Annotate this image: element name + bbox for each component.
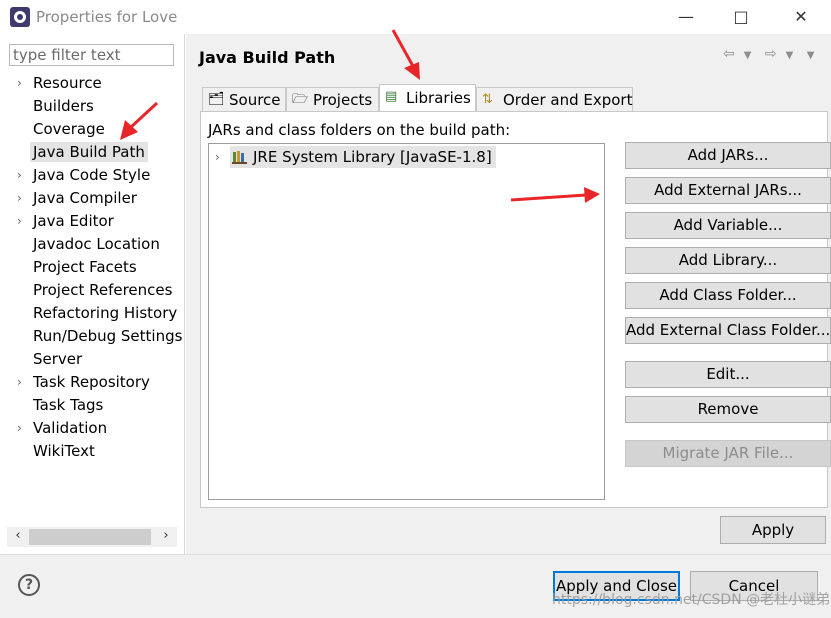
properties-sidebar: › Resource Builders Coverage Java Build Path… <box>0 34 185 554</box>
sidebar-item-wikitext[interactable]: WikiText <box>0 440 184 463</box>
sidebar-item-label: Refactoring History <box>33 304 178 322</box>
sidebar-item-label: Java Build Path <box>30 142 148 162</box>
sidebar-item-label: Server <box>33 350 83 368</box>
sidebar-item-label: Java Compiler <box>33 189 137 207</box>
add-external-jars-button[interactable]: Add External JARs... <box>625 177 831 204</box>
add-external-class-folder-button[interactable]: Add External Class Folder... <box>625 317 831 344</box>
eclipse-app-icon <box>10 7 30 27</box>
sidebar-item-label: Javadoc Location <box>33 235 160 253</box>
tab-source[interactable]: 🗂 Source <box>202 87 286 112</box>
scroll-right-icon[interactable]: › <box>157 528 175 543</box>
sidebar-item-label: Resource <box>33 74 102 92</box>
projects-folder-icon: 🗁 <box>292 92 309 107</box>
view-menu-icon[interactable]: ▼ <box>807 50 815 61</box>
libraries-icon: ▤ <box>385 89 398 104</box>
sidebar-item-java-compiler[interactable]: › Java Compiler <box>0 187 184 210</box>
expand-chevron-icon[interactable]: › <box>17 72 22 95</box>
sidebar-item-label: Project Facets <box>33 258 137 276</box>
sidebar-item-label: Project References <box>33 281 173 299</box>
sidebar-item-refactoring-history[interactable]: Refactoring History <box>0 302 184 325</box>
tab-libraries[interactable]: ▤ Libraries <box>379 84 476 112</box>
help-icon[interactable]: ? <box>18 574 40 596</box>
order-export-icon: ⇅ <box>482 92 493 107</box>
panel-label: JARs and class folders on the build path… <box>208 121 511 139</box>
title-bar: Properties for Love — □ ✕ <box>0 0 831 34</box>
back-icon[interactable]: ⇦ <box>723 46 735 62</box>
scroll-left-icon[interactable]: ‹ <box>9 528 27 543</box>
expand-chevron-icon[interactable]: › <box>17 210 22 233</box>
window-title: Properties for Love <box>36 8 178 26</box>
maximize-icon[interactable]: □ <box>726 4 756 30</box>
page-title: Java Build Path <box>199 48 336 67</box>
page-navigation: ⇦ ▼ ⇨ ▼ ▼ <box>723 46 823 62</box>
sidebar-item-javadoc-location[interactable]: Javadoc Location <box>0 233 184 256</box>
sidebar-item-java-build-path[interactable]: Java Build Path <box>0 141 184 164</box>
sidebar-item-coverage[interactable]: Coverage <box>0 118 184 141</box>
sidebar-item-resource[interactable]: › Resource <box>0 72 184 95</box>
sidebar-item-label: Task Tags <box>33 396 104 414</box>
sidebar-item-project-references[interactable]: Project References <box>0 279 184 302</box>
jre-library-icon <box>232 151 247 164</box>
sidebar-item-task-repository[interactable]: › Task Repository <box>0 371 184 394</box>
add-variable-button[interactable]: Add Variable... <box>625 212 831 239</box>
sidebar-item-validation[interactable]: › Validation <box>0 417 184 440</box>
add-library-button[interactable]: Add Library... <box>625 247 831 274</box>
apply-button[interactable]: Apply <box>720 516 826 544</box>
tab-order-and-export[interactable]: ⇅ Order and Export <box>476 87 633 112</box>
minimize-icon[interactable]: — <box>671 4 701 30</box>
sidebar-item-label: Validation <box>33 419 108 437</box>
filter-input[interactable] <box>9 44 174 66</box>
expand-chevron-icon[interactable]: › <box>17 187 22 210</box>
sidebar-item-label: Builders <box>33 97 94 115</box>
close-icon[interactable]: ✕ <box>786 4 816 30</box>
horizontal-scrollbar[interactable]: ‹ › <box>7 527 177 547</box>
scrollbar-thumb[interactable] <box>29 529 151 545</box>
migrate-jar-file-button[interactable]: Migrate JAR File... <box>625 440 831 467</box>
sidebar-item-label: Run/Debug Settings <box>33 327 183 345</box>
library-tree[interactable]: › JRE System Library [JavaSE-1.8] <box>208 143 605 500</box>
sidebar-item-server[interactable]: Server <box>0 348 184 371</box>
edit-button[interactable]: Edit... <box>625 361 831 388</box>
libraries-panel: JARs and class folders on the build path… <box>200 111 831 508</box>
expand-chevron-icon[interactable]: › <box>215 146 220 168</box>
tab-projects[interactable]: 🗁 Projects <box>286 87 379 112</box>
sidebar-item-label: Task Repository <box>33 373 150 391</box>
main-content: Java Build Path ⇦ ▼ ⇨ ▼ ▼ 🗂 Source 🗁 Proje… <box>186 34 831 554</box>
sidebar-item-java-code-style[interactable]: › Java Code Style <box>0 164 184 187</box>
remove-button[interactable]: Remove <box>625 396 831 423</box>
expand-chevron-icon[interactable]: › <box>17 371 22 394</box>
watermark: https://blog.csdn.net/CSDN @老杜小谜弟 <box>552 592 831 608</box>
sidebar-item-java-editor[interactable]: › Java Editor <box>0 210 184 233</box>
sidebar-item-run-debug-settings[interactable]: Run/Debug Settings <box>0 325 184 348</box>
sidebar-item-task-tags[interactable]: Task Tags <box>0 394 184 417</box>
forward-dropdown-icon[interactable]: ▼ <box>786 50 794 61</box>
forward-icon[interactable]: ⇨ <box>765 46 777 62</box>
expand-chevron-icon[interactable]: › <box>17 164 22 187</box>
expand-chevron-icon[interactable]: › <box>17 417 22 440</box>
add-class-folder-button[interactable]: Add Class Folder... <box>625 282 831 309</box>
add-jars-button[interactable]: Add JARs... <box>625 142 831 169</box>
back-dropdown-icon[interactable]: ▼ <box>744 50 752 61</box>
sidebar-item-project-facets[interactable]: Project Facets <box>0 256 184 279</box>
source-folder-icon: 🗂 <box>208 92 225 107</box>
dialog-footer: ? Apply and Close Cancel https://blog.cs… <box>0 554 831 618</box>
sidebar-item-label: Java Editor <box>33 212 114 230</box>
property-page-tree: › Resource Builders Coverage Java Build Path… <box>0 72 184 463</box>
sidebar-item-builders[interactable]: Builders <box>0 95 184 118</box>
sidebar-item-label: Java Code Style <box>33 166 151 184</box>
sidebar-item-label: WikiText <box>33 442 95 460</box>
sidebar-item-label: Coverage <box>33 120 105 138</box>
